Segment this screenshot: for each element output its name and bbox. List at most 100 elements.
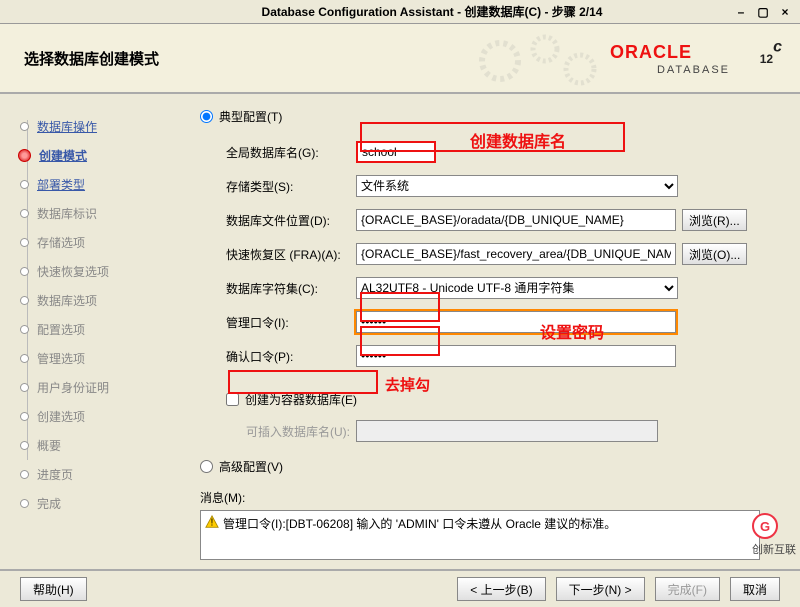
sidebar-item-4: 存储选项 (20, 228, 180, 257)
svg-text:!: ! (211, 517, 214, 529)
close-button[interactable]: × (778, 5, 792, 19)
footer: 帮助(H) < 上一步(B) 下一步(N) > 完成(F) 取消 (0, 569, 800, 607)
gears-decoration (470, 34, 620, 89)
storage-type-select[interactable]: 文件系统 (356, 175, 678, 197)
message-label: 消息(M): (200, 489, 780, 506)
title-bar: Database Configuration Assistant - 创建数据库… (0, 0, 800, 24)
pdb-input (356, 420, 658, 442)
step-dot-icon (20, 470, 29, 479)
sidebar-item-label: 创建选项 (37, 408, 85, 425)
main-panel: 典型配置(T) 全局数据库名(G): 创建数据库名 存储类型(S): 文件系统 … (180, 94, 800, 574)
window-title: Database Configuration Assistant - 创建数据库… (0, 3, 734, 20)
step-dot-icon (20, 354, 29, 363)
sidebar-item-label: 数据库标识 (37, 205, 97, 222)
admin-pw-input[interactable] (356, 311, 676, 333)
footer-right: < 上一步(B) 下一步(N) > 完成(F) 取消 (457, 577, 780, 601)
charset-label: 数据库字符集(C): (226, 280, 356, 297)
brand-text: ORACLE (610, 42, 692, 62)
pdb-label: 可插入数据库名(U): (246, 423, 356, 440)
wizard-sidebar: 数据库操作创建模式部署类型数据库标识存储选项快速恢复选项数据库选项配置选项管理选… (0, 94, 180, 574)
maximize-button[interactable]: ▢ (756, 5, 770, 19)
sidebar-item-10: 创建选项 (20, 402, 180, 431)
step-dot-icon (20, 412, 29, 421)
global-db-label: 全局数据库名(G): (226, 144, 356, 161)
typical-config-radio[interactable] (200, 110, 213, 123)
sidebar-item-12: 进度页 (20, 460, 180, 489)
sidebar-line (27, 120, 28, 460)
typical-config-label: 典型配置(T) (219, 108, 282, 125)
sidebar-item-label: 部署类型 (37, 176, 85, 193)
annot-pw: 设置密码 (540, 319, 604, 343)
sidebar-item-6: 数据库选项 (20, 286, 180, 315)
file-location-input[interactable] (356, 209, 676, 231)
pdb-row: 可插入数据库名(U): (226, 420, 780, 442)
sidebar-item-2[interactable]: 部署类型 (20, 170, 180, 199)
file-location-row: 数据库文件位置(D): 浏览(R)... (226, 209, 780, 231)
admin-pw-label: 管理口令(I): (226, 314, 356, 331)
sidebar-item-9: 用户身份证明 (20, 373, 180, 402)
confirm-pw-row: 确认口令(P): (226, 345, 780, 367)
advanced-config-radio-row: 高级配置(V) (200, 454, 780, 479)
global-db-input[interactable] (356, 141, 436, 163)
step-dot-icon (20, 238, 29, 247)
step-dot-icon (18, 149, 31, 162)
cancel-button[interactable]: 取消 (730, 577, 780, 601)
cdb-label: 创建为容器数据库(E) (245, 391, 357, 408)
sidebar-item-label: 管理选项 (37, 350, 85, 367)
charset-select[interactable]: AL32UTF8 - Unicode UTF-8 通用字符集 (356, 277, 678, 299)
minimize-button[interactable]: – (734, 5, 748, 19)
browse-fra-button[interactable]: 浏览(O)... (682, 243, 747, 265)
step-dot-icon (20, 180, 29, 189)
sidebar-item-label: 概要 (37, 437, 61, 454)
sidebar-item-label: 快速恢复选项 (37, 263, 109, 280)
advanced-config-label: 高级配置(V) (219, 458, 283, 475)
admin-pw-row: 管理口令(I): (226, 311, 780, 333)
next-button[interactable]: 下一步(N) > (556, 577, 645, 601)
advanced-config-radio[interactable] (200, 460, 213, 473)
charset-row: 数据库字符集(C): AL32UTF8 - Unicode UTF-8 通用字符… (226, 277, 780, 299)
watermark: G 创新互联 (752, 513, 796, 557)
step-dot-icon (20, 441, 29, 450)
window-controls: – ▢ × (734, 5, 800, 19)
back-button[interactable]: < 上一步(B) (457, 577, 545, 601)
cdb-row: 创建为容器数据库(E) (226, 391, 780, 408)
confirm-pw-label: 确认口令(P): (226, 348, 356, 365)
step-dot-icon (20, 267, 29, 276)
step-dot-icon (20, 325, 29, 334)
sidebar-item-0[interactable]: 数据库操作 (20, 112, 180, 141)
sidebar-item-label: 数据库操作 (37, 118, 97, 135)
sidebar-item-1[interactable]: 创建模式 (20, 141, 180, 170)
storage-type-row: 存储类型(S): 文件系统 (226, 175, 780, 197)
storage-type-label: 存储类型(S): (226, 178, 356, 195)
help-button[interactable]: 帮助(H) (20, 577, 87, 601)
version-text: 12c (760, 34, 782, 71)
sidebar-item-13: 完成 (20, 489, 180, 518)
finish-button[interactable]: 完成(F) (655, 577, 720, 601)
sidebar-item-11: 概要 (20, 431, 180, 460)
browse-file-button[interactable]: 浏览(R)... (682, 209, 747, 231)
sidebar-item-3: 数据库标识 (20, 199, 180, 228)
cdb-checkbox[interactable] (226, 393, 239, 406)
annot-uncheck: 去掉勾 (385, 374, 430, 395)
oracle-logo: ORACLE DATABASE 12c (610, 42, 780, 82)
message-box: ! 管理口令(I):[DBT-06208] 输入的 'ADMIN' 口令未遵从 … (200, 510, 760, 560)
fra-label: 快速恢复区 (FRA)(A): (226, 246, 356, 263)
step-dot-icon (20, 122, 29, 131)
step-dot-icon (20, 383, 29, 392)
content: 数据库操作创建模式部署类型数据库标识存储选项快速恢复选项数据库选项配置选项管理选… (0, 94, 800, 574)
watermark-badge: G (752, 513, 778, 539)
confirm-pw-input[interactable] (356, 345, 676, 367)
sidebar-item-label: 进度页 (37, 466, 73, 483)
warning-icon: ! (205, 515, 219, 529)
sidebar-item-5: 快速恢复选项 (20, 257, 180, 286)
step-dot-icon (20, 209, 29, 218)
sidebar-item-8: 管理选项 (20, 344, 180, 373)
sidebar-item-label: 数据库选项 (37, 292, 97, 309)
annot-dbname: 创建数据库名 (470, 128, 566, 152)
message-text: 管理口令(I):[DBT-06208] 输入的 'ADMIN' 口令未遵从 Or… (223, 515, 616, 532)
sidebar-item-7: 配置选项 (20, 315, 180, 344)
sidebar-item-label: 存储选项 (37, 234, 85, 251)
file-location-label: 数据库文件位置(D): (226, 212, 356, 229)
fra-input[interactable] (356, 243, 676, 265)
typical-config-radio-row: 典型配置(T) (200, 104, 780, 129)
